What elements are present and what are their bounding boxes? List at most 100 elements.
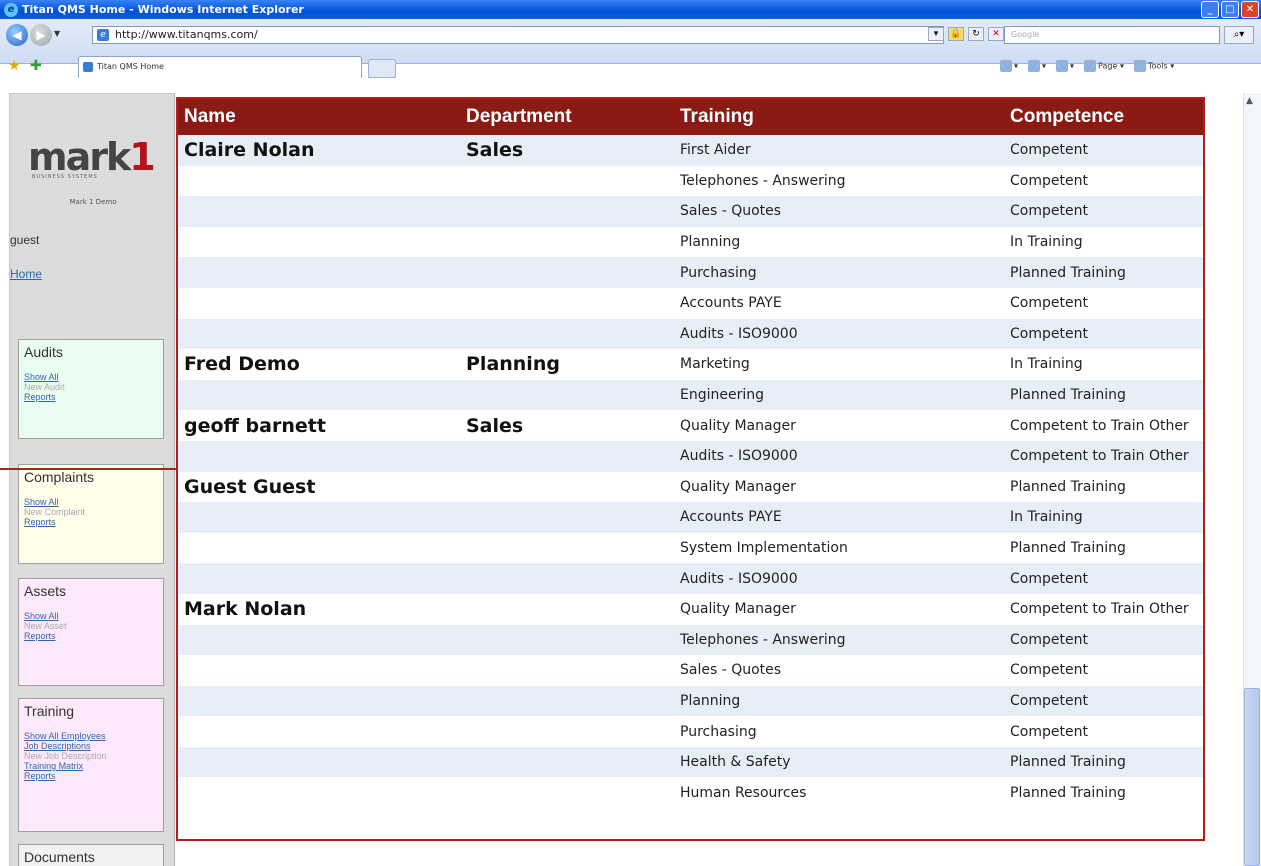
home-icon[interactable]: ▾ (1000, 60, 1018, 72)
lock-icon[interactable]: 🔒 (948, 27, 964, 41)
table-row: Audits - ISO9000 Competent (178, 563, 1203, 594)
cell-department (460, 257, 674, 288)
tab-titan-qms-home[interactable]: Titan QMS Home (78, 56, 362, 78)
cell-competence: Planned Training (1004, 257, 1203, 288)
cell-training: Quality Manager (674, 471, 1004, 503)
cell-training: Sales - Quotes (674, 196, 1004, 227)
training-reports-link[interactable]: Reports (24, 771, 158, 781)
job-descriptions-link[interactable]: Job Descriptions (24, 741, 158, 751)
show-all-employees-link[interactable]: Show All Employees (24, 731, 158, 741)
header-training[interactable]: Training (674, 99, 1004, 135)
audits-panel: Audits Show All New Audit Reports (18, 339, 164, 439)
current-user: guest (10, 233, 40, 247)
tools-menu[interactable]: Tools ▾ (1133, 60, 1174, 72)
cell-training: Engineering (674, 379, 1004, 411)
stop-icon[interactable]: ✕ (988, 27, 1004, 41)
cell-competence: Planned Training (1004, 532, 1203, 564)
table-row: Sales - Quotes Competent (178, 655, 1203, 686)
command-bar: ▾ ▾ ▾ Page ▾ Tools ▾ (1000, 60, 1174, 72)
cell-department (460, 379, 674, 411)
header-competence[interactable]: Competence (1004, 99, 1203, 135)
address-input[interactable]: e http://www.titanqms.com/ (92, 26, 944, 44)
feeds-icon[interactable]: ▾ (1028, 60, 1046, 72)
cell-training: Planning (674, 685, 1004, 717)
cell-training: Quality Manager (674, 593, 1004, 625)
close-icon[interactable]: ✕ (1241, 1, 1259, 18)
cell-competence: In Training (1004, 349, 1203, 380)
minimize-icon[interactable]: _ (1201, 1, 1219, 18)
training-matrix-link[interactable]: Training Matrix (24, 761, 158, 771)
cell-training: First Aider (674, 135, 1004, 166)
cell-training: Health & Safety (674, 746, 1004, 778)
cell-department: Sales (460, 410, 674, 441)
cell-name: Claire Nolan (178, 135, 460, 166)
home-link[interactable]: Home (10, 267, 42, 281)
favorites-star-icon[interactable]: ★ (8, 58, 21, 74)
header-name[interactable]: Name (178, 99, 460, 135)
cell-training: System Implementation (674, 532, 1004, 564)
complaints-show-all-link[interactable]: Show All (24, 497, 158, 507)
audits-reports-link[interactable]: Reports (24, 392, 158, 402)
company-label: Mark 1 Demo (69, 198, 117, 206)
assets-panel: Assets Show All New Asset Reports (18, 578, 164, 686)
cell-training: Planning (674, 226, 1004, 258)
table-row: Mark Nolan Quality Manager Competent to Tr… (178, 593, 1203, 625)
refresh-icon[interactable]: ↻ (968, 27, 984, 41)
history-dropdown-icon[interactable]: ▼ (54, 29, 60, 38)
cell-training: Accounts PAYE (674, 287, 1004, 319)
page-icon: e (97, 29, 109, 41)
assets-show-all-link[interactable]: Show All (24, 611, 158, 621)
assets-reports-link[interactable]: Reports (24, 631, 158, 641)
scrollbar-thumb[interactable] (1244, 688, 1260, 866)
cell-competence: Competent (1004, 685, 1203, 717)
cell-name: Fred Demo (178, 349, 460, 380)
cell-department (460, 440, 674, 472)
maximize-icon[interactable]: □ (1221, 1, 1239, 18)
search-icon[interactable]: ⌕▾ (1224, 26, 1254, 44)
cell-training: Audits - ISO9000 (674, 440, 1004, 472)
address-tools: ▾ 🔒 ↻ ✕ (928, 27, 1004, 41)
cell-department (460, 226, 674, 258)
header-department[interactable]: Department (460, 99, 674, 135)
new-job-description-link: New Job Description (24, 751, 107, 761)
cell-competence: Competent (1004, 655, 1203, 686)
callout-line (0, 468, 176, 470)
complaints-reports-link[interactable]: Reports (24, 517, 158, 527)
cell-name (178, 196, 460, 227)
cell-department (460, 746, 674, 778)
table-row: Guest Guest Quality Manager Planned Traini… (178, 471, 1203, 503)
cell-department (460, 287, 674, 319)
scroll-up-icon[interactable]: ▲ (1246, 96, 1253, 106)
page-menu[interactable]: Page ▾ (1084, 60, 1124, 72)
address-toolbar: ◀ ▶ ▼ e http://www.titanqms.com/ ▾ 🔒 ↻ ✕… (0, 19, 1261, 78)
audits-show-all-link[interactable]: Show All (24, 372, 158, 382)
cell-name (178, 777, 460, 809)
cell-training: Accounts PAYE (674, 502, 1004, 533)
cell-name: Guest Guest (178, 471, 460, 503)
cell-department (460, 318, 674, 350)
new-tab-button[interactable] (368, 59, 396, 78)
add-favorite-icon[interactable]: ✚ (30, 58, 42, 74)
cell-competence: Competent to Train Other (1004, 440, 1203, 472)
cell-department: Planning (460, 349, 674, 380)
cell-competence: Planned Training (1004, 777, 1203, 809)
print-icon[interactable]: ▾ (1056, 60, 1074, 72)
window-titlebar: e Titan QMS Home - Windows Internet Expl… (0, 0, 1261, 19)
cell-department (460, 196, 674, 227)
back-arrow-icon[interactable]: ◀ (6, 24, 28, 46)
forward-arrow-icon[interactable]: ▶ (30, 24, 52, 46)
table-row: Claire Nolan Sales First Aider Competent (178, 135, 1203, 166)
cell-training: Audits - ISO9000 (674, 563, 1004, 594)
cell-name (178, 655, 460, 686)
table-row: System Implementation Planned Training (178, 532, 1203, 564)
cell-name (178, 624, 460, 656)
search-input[interactable]: Google (1004, 26, 1220, 44)
cell-competence: Competent to Train Other (1004, 593, 1203, 625)
cell-name (178, 746, 460, 778)
table-body: Claire Nolan Sales First Aider Competent Tel… (178, 135, 1203, 809)
go-dropdown-icon[interactable]: ▾ (928, 27, 944, 41)
cell-competence: Planned Training (1004, 379, 1203, 411)
cell-name (178, 563, 460, 594)
tab-title: Titan QMS Home (97, 62, 164, 71)
cell-training: Telephones - Answering (674, 165, 1004, 197)
